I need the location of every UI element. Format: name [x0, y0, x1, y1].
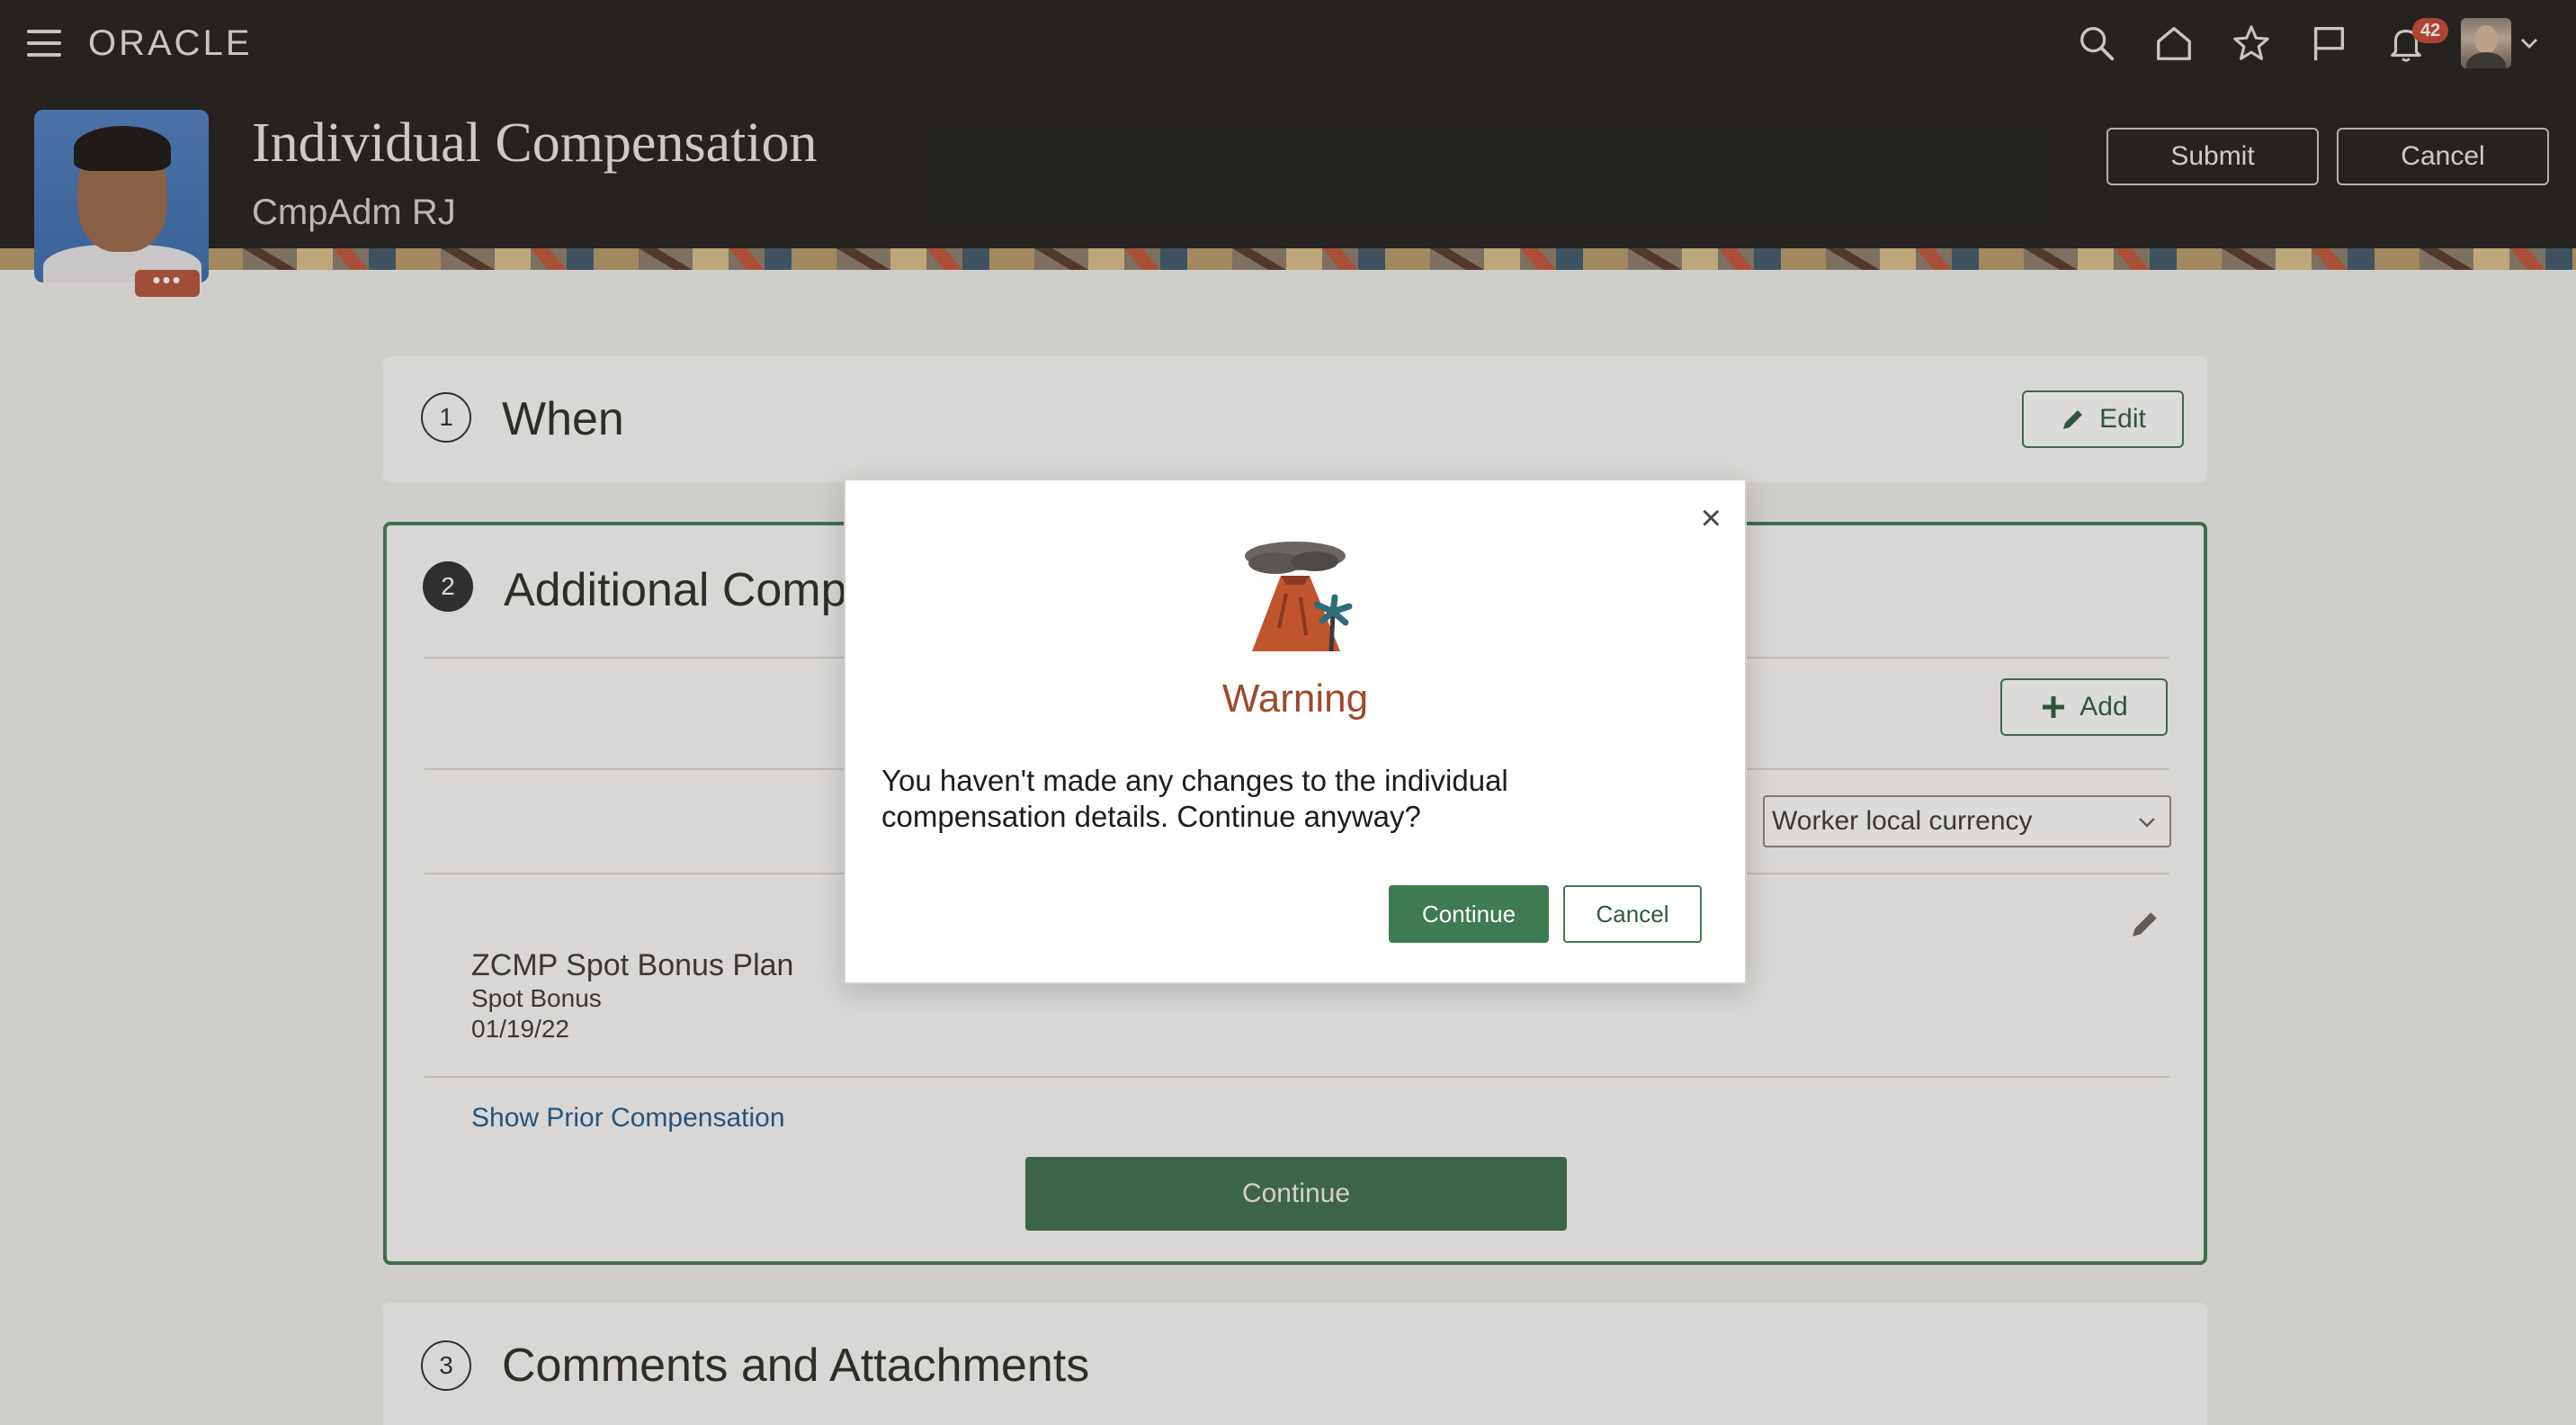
dialog-title: Warning [1221, 677, 1369, 721]
dialog-cancel-button[interactable]: Cancel [1563, 885, 1702, 943]
warning-dialog: × Warning You haven't made any changes t… [844, 479, 1747, 984]
volcano-icon [1245, 542, 1353, 652]
dialog-continue-button[interactable]: Continue [1389, 885, 1549, 943]
dialog-message: You haven't made any changes to the indi… [881, 764, 1508, 833]
close-icon[interactable]: × [1701, 500, 1722, 536]
